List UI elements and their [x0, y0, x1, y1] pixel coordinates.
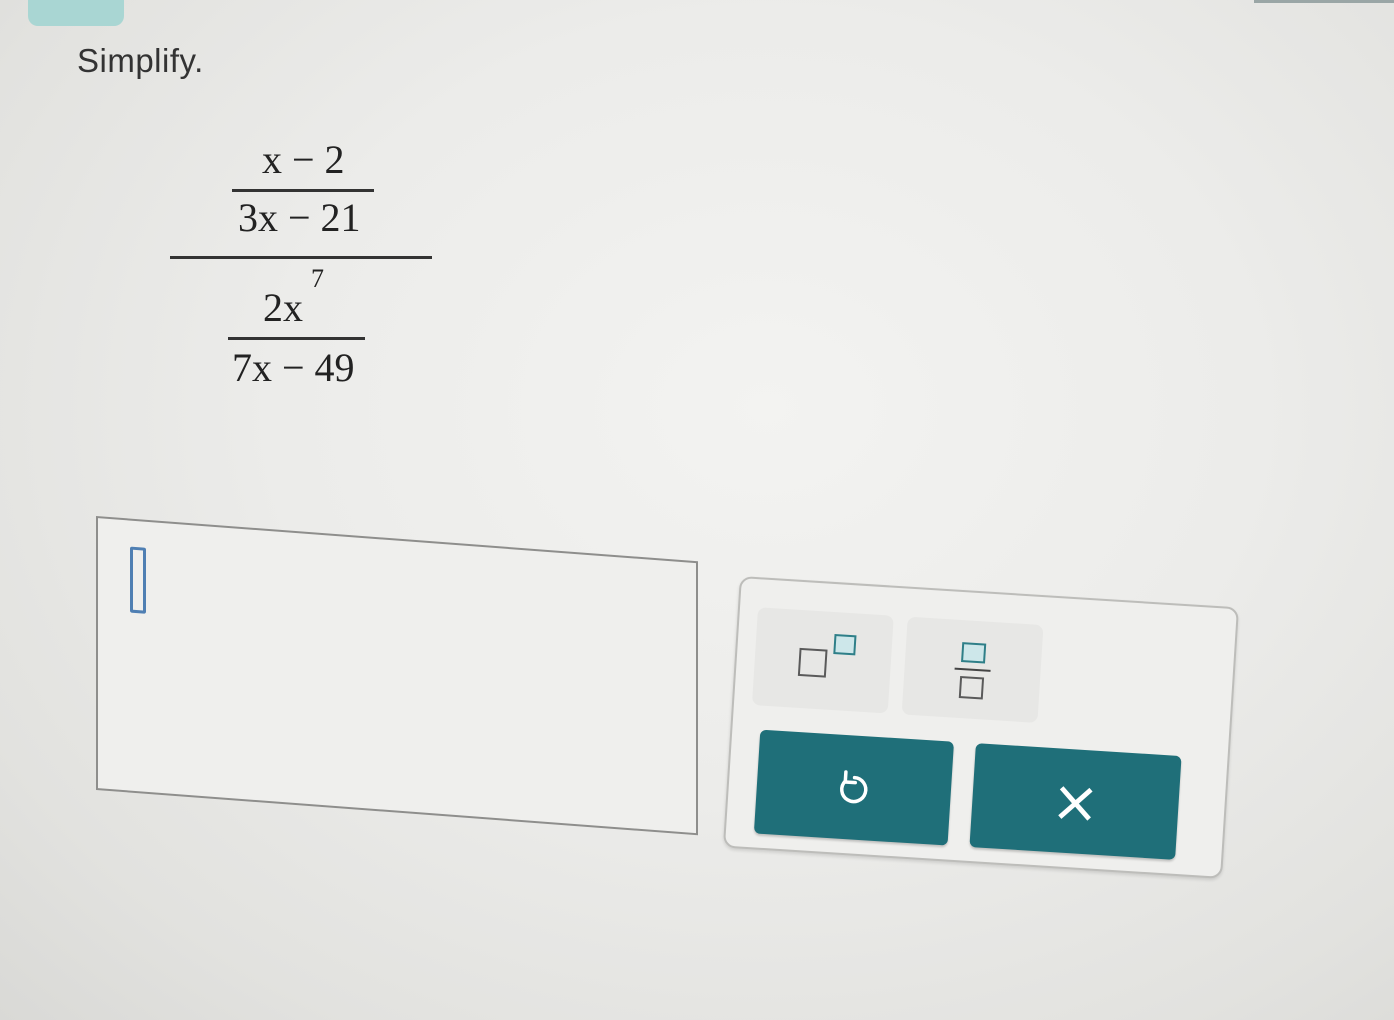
- top-divider: [1254, 0, 1394, 3]
- bottom-numerator-exponent: 7: [311, 264, 324, 293]
- fraction-template-icon: [908, 617, 1044, 700]
- instruction-text: Simplify.: [77, 42, 204, 79]
- math-keypad: ×: [722, 576, 1240, 879]
- base-placeholder: [797, 647, 828, 678]
- denominator-placeholder: [958, 676, 985, 700]
- undo-button[interactable]: [753, 729, 955, 846]
- exponent-key[interactable]: [751, 607, 894, 714]
- inner-fraction-bar-bottom: [228, 337, 365, 340]
- cursor-placeholder: [130, 546, 146, 614]
- close-icon: ×: [1049, 766, 1102, 837]
- fraction-key[interactable]: [901, 616, 1044, 723]
- numerator-placeholder: [961, 642, 987, 664]
- fraction-bar: [954, 667, 991, 672]
- inner-fraction-bar-top: [232, 189, 374, 192]
- answer-input[interactable]: [96, 516, 698, 836]
- top-tab[interactable]: [28, 0, 124, 26]
- top-numerator: x − 2: [262, 137, 345, 182]
- top-denominator: 3x − 21: [238, 195, 361, 240]
- bottom-numerator-base: 2x: [263, 285, 303, 330]
- superscript-template-icon: [758, 607, 894, 678]
- bottom-denominator: 7x − 49: [232, 345, 355, 390]
- exponent-placeholder: [833, 634, 857, 656]
- undo-icon: [840, 770, 868, 804]
- clear-button[interactable]: ×: [969, 743, 1182, 860]
- main-fraction-bar: [170, 256, 432, 259]
